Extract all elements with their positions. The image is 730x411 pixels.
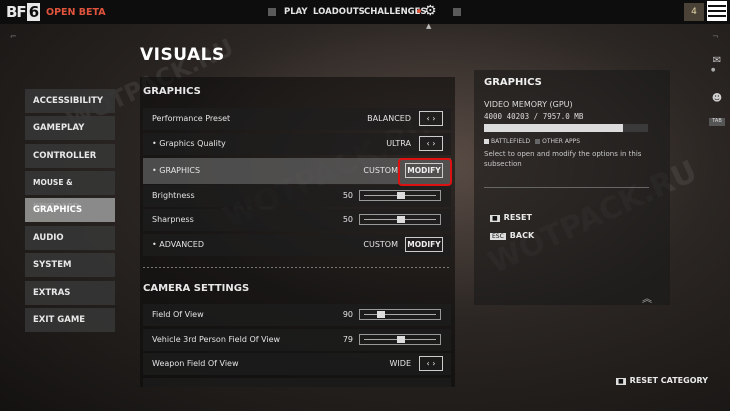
setting-value: BALANCED <box>367 114 411 123</box>
reset-category-action[interactable]: ■ RESET CATEGORY <box>616 368 708 387</box>
video-memory-fill <box>484 124 624 132</box>
setting-value: CUSTOM <box>363 166 398 175</box>
menu-item-extras[interactable]: EXTRAS <box>25 281 115 305</box>
video-memory-label: VIDEO MEMORY (GPU) <box>484 100 573 109</box>
slider-knob[interactable] <box>377 311 386 318</box>
nav-loadouts[interactable]: LOADOUTS <box>313 7 365 17</box>
setting-label: Weapon Field Of View <box>152 359 239 368</box>
modify-highlight-frame <box>398 158 452 186</box>
setting-label: • ADVANCED <box>152 240 204 249</box>
setting-label: Field Of View <box>152 310 204 319</box>
value-arrows-icon[interactable]: ‹ › <box>419 356 443 371</box>
mail-count: ● <box>711 67 716 73</box>
brightness-slider[interactable] <box>359 190 441 201</box>
legend-battlefield: BATTLEFIELD <box>491 138 531 145</box>
reset-category-label: RESET CATEGORY <box>629 376 709 385</box>
menu-item-system[interactable]: SYSTEM <box>25 253 115 277</box>
scroll-up-icon[interactable]: ︽ <box>642 290 652 305</box>
info-divider <box>484 187 649 188</box>
corner-bracket-icon: ⌐ <box>10 32 17 41</box>
nav-right-icon <box>453 8 461 16</box>
slider-knob[interactable] <box>397 192 405 199</box>
modify-advanced-button[interactable]: MODIFY <box>405 237 443 252</box>
reset-action[interactable]: ■ RESET <box>490 205 532 224</box>
setting-label: • GRAPHICS <box>152 166 201 175</box>
player-level-badge[interactable]: 4 <box>684 3 704 21</box>
active-tab-indicator-icon: ▲ <box>426 22 432 30</box>
setting-row-performance-preset[interactable]: Performance Preset BALANCED ‹ › <box>143 108 451 130</box>
setting-label: Performance Preset <box>152 114 231 123</box>
vehicle-fov-slider[interactable] <box>359 334 441 345</box>
page-title: VISUALS <box>140 45 225 65</box>
logo-number: 6 <box>26 3 41 21</box>
setting-row-field-of-view[interactable]: Field Of View 90 <box>143 304 451 326</box>
video-memory-value: 4000 40203 / 7957.0 MB <box>484 112 584 121</box>
setting-value: CUSTOM <box>363 240 398 249</box>
setting-value: 79 <box>342 335 353 344</box>
back-label: BACK <box>509 231 535 240</box>
legend-other-apps: OTHER APPS <box>542 138 581 145</box>
back-action[interactable]: ESC BACK <box>490 223 534 242</box>
setting-label: Brightness <box>152 191 195 200</box>
beta-label: OPEN BETA <box>46 7 106 18</box>
setting-row-brightness[interactable]: Brightness 50 <box>143 185 451 207</box>
reset-category-key-icon: ■ <box>616 378 626 385</box>
nav-play[interactable]: PLAY <box>284 7 308 17</box>
setting-label: • Graphics Quality <box>152 139 226 148</box>
menu-item-audio[interactable]: AUDIO <box>25 226 115 250</box>
back-key-icon: ESC <box>490 233 506 240</box>
legend-swatch-icon <box>484 139 489 144</box>
setting-row-graphics-quality[interactable]: • Graphics Quality ULTRA ‹ › <box>143 133 451 155</box>
menu-item-graphics[interactable]: GRAPHICS <box>25 198 115 222</box>
fov-slider[interactable] <box>359 309 441 320</box>
tab-key-icon: TAB <box>709 118 725 126</box>
value-arrows-icon[interactable]: ‹ › <box>419 136 443 151</box>
corner-bracket-icon: ¬ <box>712 32 719 41</box>
section-title-camera: CAMERA SETTINGS <box>143 283 250 294</box>
setting-row-partial <box>143 378 451 387</box>
menu-item-controller[interactable]: CONTROLLER <box>25 144 115 168</box>
slider-knob[interactable] <box>397 336 405 343</box>
setting-row-weapon-fov[interactable]: Weapon Field Of View WIDE ‹ › <box>143 353 451 375</box>
logo-text: BF <box>6 3 27 21</box>
info-panel-title: GRAPHICS <box>484 77 542 88</box>
setting-row-vehicle-fov[interactable]: Vehicle 3rd Person Field Of View 79 <box>143 329 451 351</box>
setting-value: 50 <box>342 215 353 224</box>
section-title-graphics: GRAPHICS <box>143 86 201 97</box>
menu-item-gameplay[interactable]: GAMEPLAY <box>25 116 115 140</box>
mail-icon[interactable]: ✉ <box>710 55 724 66</box>
setting-row-advanced[interactable]: • ADVANCED CUSTOM MODIFY <box>143 234 451 256</box>
info-description: Select to open and modify the options in… <box>484 150 642 168</box>
setting-value: WIDE <box>389 359 411 368</box>
menu-item-accessibility[interactable]: ACCESSIBILITY <box>25 89 115 113</box>
gear-icon[interactable]: ⚙ <box>424 3 437 19</box>
setting-label: Sharpness <box>152 215 194 224</box>
notification-dot <box>417 9 421 13</box>
reset-label: RESET <box>503 213 532 222</box>
setting-label: Vehicle 3rd Person Field Of View <box>152 335 281 344</box>
sharpness-slider[interactable] <box>359 214 441 225</box>
nav-left-icon <box>268 8 276 16</box>
friends-icon[interactable]: ☻ <box>710 93 724 104</box>
game-logo: BF 6 <box>6 3 41 21</box>
setting-value: 90 <box>342 310 353 319</box>
setting-row-sharpness[interactable]: Sharpness 50 <box>143 209 451 231</box>
video-memory-bar <box>484 124 648 132</box>
slider-knob[interactable] <box>397 216 405 223</box>
reset-key-icon: ■ <box>490 215 500 222</box>
value-arrows-icon[interactable]: ‹ › <box>419 111 443 126</box>
legend-swatch-icon <box>535 139 541 144</box>
memory-legend: BATTLEFIELD OTHER APPS <box>484 138 580 145</box>
menu-item-mouse-keyboard[interactable]: MOUSE & KEYBOARD <box>25 171 115 211</box>
section-divider <box>143 267 451 268</box>
setting-value: ULTRA <box>386 139 411 148</box>
profile-avatar[interactable] <box>707 1 727 21</box>
setting-value: 50 <box>342 191 353 200</box>
menu-item-exit-game[interactable]: EXIT GAME <box>25 308 115 332</box>
